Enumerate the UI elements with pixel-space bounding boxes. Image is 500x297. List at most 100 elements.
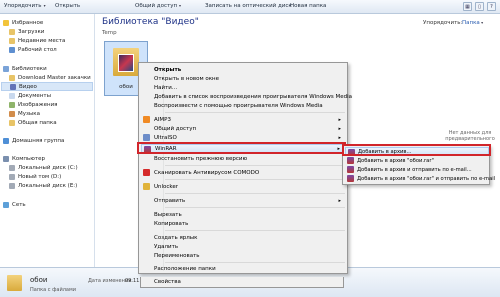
- nav-homegroup[interactable]: Домашняя группа: [3, 136, 64, 145]
- submenu-highlight-frame: [342, 144, 491, 156]
- menu-label: AIMP3: [154, 116, 171, 123]
- share-button[interactable]: Общий доступ ▾: [135, 3, 181, 9]
- desktop-icon: [9, 46, 15, 53]
- submenu-label: Добавить в архив "обои.rar" и отправить …: [357, 175, 496, 182]
- context-menu: Открыть Открыть в новом окне Найти... До…: [138, 62, 352, 274]
- nav-network[interactable]: Сеть: [3, 200, 26, 209]
- arrange-label: Упорядочить:: [423, 20, 463, 26]
- preview-pane-icon[interactable]: ▯: [475, 2, 484, 11]
- menu-delete[interactable]: Удалить: [141, 242, 345, 251]
- menu-find[interactable]: Найти...: [141, 83, 345, 92]
- menu-open-new-window[interactable]: Открыть в новом окне: [141, 74, 345, 83]
- menu-properties[interactable]: Свойства: [140, 277, 344, 288]
- organize-label: Упорядочить: [4, 3, 42, 9]
- menu-send-to[interactable]: Отправить ▸: [141, 196, 345, 205]
- nav-disk-d[interactable]: Новый том (D:): [9, 172, 61, 181]
- menu-separator: [165, 165, 345, 166]
- menu-add-wmp-list[interactable]: Добавить в список воспроизведения проигр…: [141, 92, 352, 101]
- nav-recent-places[interactable]: Недавние места: [9, 36, 65, 45]
- music-icon: [9, 110, 15, 117]
- nav-label: Недавние места: [18, 37, 66, 44]
- chevron-down-icon: ▾: [179, 3, 182, 8]
- menu-copy[interactable]: Копировать: [141, 219, 345, 228]
- menu-label: Переименовать: [154, 252, 200, 259]
- organize-button[interactable]: Упорядочить ▾: [4, 3, 46, 9]
- submenu-arrow-icon: ▸: [338, 134, 341, 141]
- new-folder-label: Новая папка: [290, 3, 327, 9]
- nav-disk-c[interactable]: Локальный диск (C:): [9, 163, 78, 172]
- open-button[interactable]: Открыть: [55, 3, 80, 9]
- menu-create-shortcut[interactable]: Создать ярлык: [141, 233, 345, 242]
- view-options-icon[interactable]: ▦: [463, 2, 472, 11]
- nav-label: Общая папка: [18, 119, 57, 126]
- nav-disk-e[interactable]: Локальный диск (E:): [9, 181, 77, 190]
- nav-computer[interactable]: Компьютер: [3, 154, 45, 163]
- menu-label: Восстановить прежнюю версию: [154, 155, 248, 162]
- menu-label: Свойства: [154, 279, 181, 285]
- view-controls: ▦ ▯ ?: [463, 2, 496, 11]
- menu-open[interactable]: Открыть: [141, 65, 345, 74]
- nav-libraries[interactable]: Библиотеки: [3, 64, 47, 73]
- menu-label: Расположение папки: [154, 265, 216, 272]
- menu-label: Удалить: [154, 243, 179, 250]
- menu-cut[interactable]: Вырезать: [141, 210, 345, 219]
- menu-rename[interactable]: Переименовать: [141, 251, 345, 260]
- nav-favorites[interactable]: Избранное: [3, 18, 43, 27]
- nav-label: Сеть: [12, 201, 26, 208]
- burn-label: Записать на оптический диск: [205, 3, 292, 9]
- menu-label: Сканировать Антивирусом COMODO: [154, 169, 260, 176]
- menu-play-wmp[interactable]: Воспроизвести с помощью проигрывателя Wi…: [141, 101, 345, 110]
- nav-label: Download Master закачки: [18, 74, 91, 81]
- menu-label: Отправить: [154, 197, 186, 204]
- menu-label: Копировать: [154, 220, 189, 227]
- nav-video[interactable]: Видео: [1, 82, 93, 91]
- nav-documents[interactable]: Документы: [9, 91, 51, 100]
- documents-icon: [9, 92, 15, 99]
- nav-label: Новый том (D:): [18, 173, 62, 180]
- nav-label: Локальный диск (E:): [18, 182, 78, 189]
- no-preview-line-2: предварительного: [445, 136, 495, 142]
- menu-label: Вырезать: [154, 211, 182, 218]
- nav-label: Локальный диск (C:): [18, 164, 78, 171]
- winrar-icon: [347, 157, 354, 164]
- nav-shared-folder[interactable]: Общая папка: [9, 118, 57, 127]
- arrange-dropdown[interactable]: Папка: [462, 20, 483, 26]
- menu-scan-comodo[interactable]: Сканировать Антивирусом COMODO: [141, 168, 345, 177]
- nav-desktop[interactable]: Рабочий стол: [9, 45, 57, 54]
- nav-label: Документы: [18, 92, 51, 99]
- recent-places-icon: [9, 37, 15, 44]
- video-library-icon: [10, 83, 16, 90]
- disk-icon: [9, 173, 15, 180]
- nav-downloads[interactable]: Загрузки: [9, 27, 44, 36]
- menu-folder-location[interactable]: Расположение папки: [141, 264, 345, 273]
- menu-restore-previous[interactable]: Восстановить прежнюю версию: [141, 154, 345, 163]
- menu-label: Открыть в новом окне: [154, 75, 220, 82]
- star-icon: [3, 19, 9, 26]
- comodo-icon: [143, 169, 150, 176]
- menu-ultraiso[interactable]: UltraISO ▸: [141, 133, 345, 142]
- menu-label: Добавить в список воспроизведения проигр…: [154, 93, 353, 100]
- share-label: Общий доступ: [135, 3, 178, 9]
- nav-music[interactable]: Музыка: [9, 109, 40, 118]
- nav-label: Изображения: [18, 101, 58, 108]
- nav-label: Музыка: [18, 110, 40, 117]
- submenu-add-email[interactable]: Добавить в архив и отправить по e-mail..…: [345, 165, 489, 174]
- folder-icon: [9, 74, 15, 81]
- menu-label: Unlocker: [154, 183, 179, 190]
- menu-unlocker[interactable]: Unlocker: [141, 182, 345, 191]
- submenu-add-to-obois[interactable]: Добавить в архив "обои.rar": [345, 156, 489, 165]
- menu-separator: [165, 230, 345, 231]
- winrar-highlight-frame: [137, 142, 346, 154]
- menu-share[interactable]: Общий доступ ▸: [141, 124, 345, 133]
- chevron-down-icon: ▾: [43, 3, 46, 8]
- submenu-add-obois-email[interactable]: Добавить в архив "обои.rar" и отправить …: [345, 174, 495, 183]
- nav-label: Компьютер: [12, 155, 45, 162]
- help-icon[interactable]: ?: [487, 2, 496, 11]
- menu-aimp3[interactable]: AIMP3 ▸: [141, 115, 345, 124]
- nav-download-master[interactable]: Download Master закачки: [9, 73, 91, 82]
- new-folder-button[interactable]: Новая папка: [290, 3, 326, 9]
- winrar-icon: [347, 175, 354, 182]
- nav-images[interactable]: Изображения: [9, 100, 57, 109]
- menu-separator: [165, 193, 345, 194]
- burn-disc-button[interactable]: Записать на оптический диск: [205, 3, 292, 9]
